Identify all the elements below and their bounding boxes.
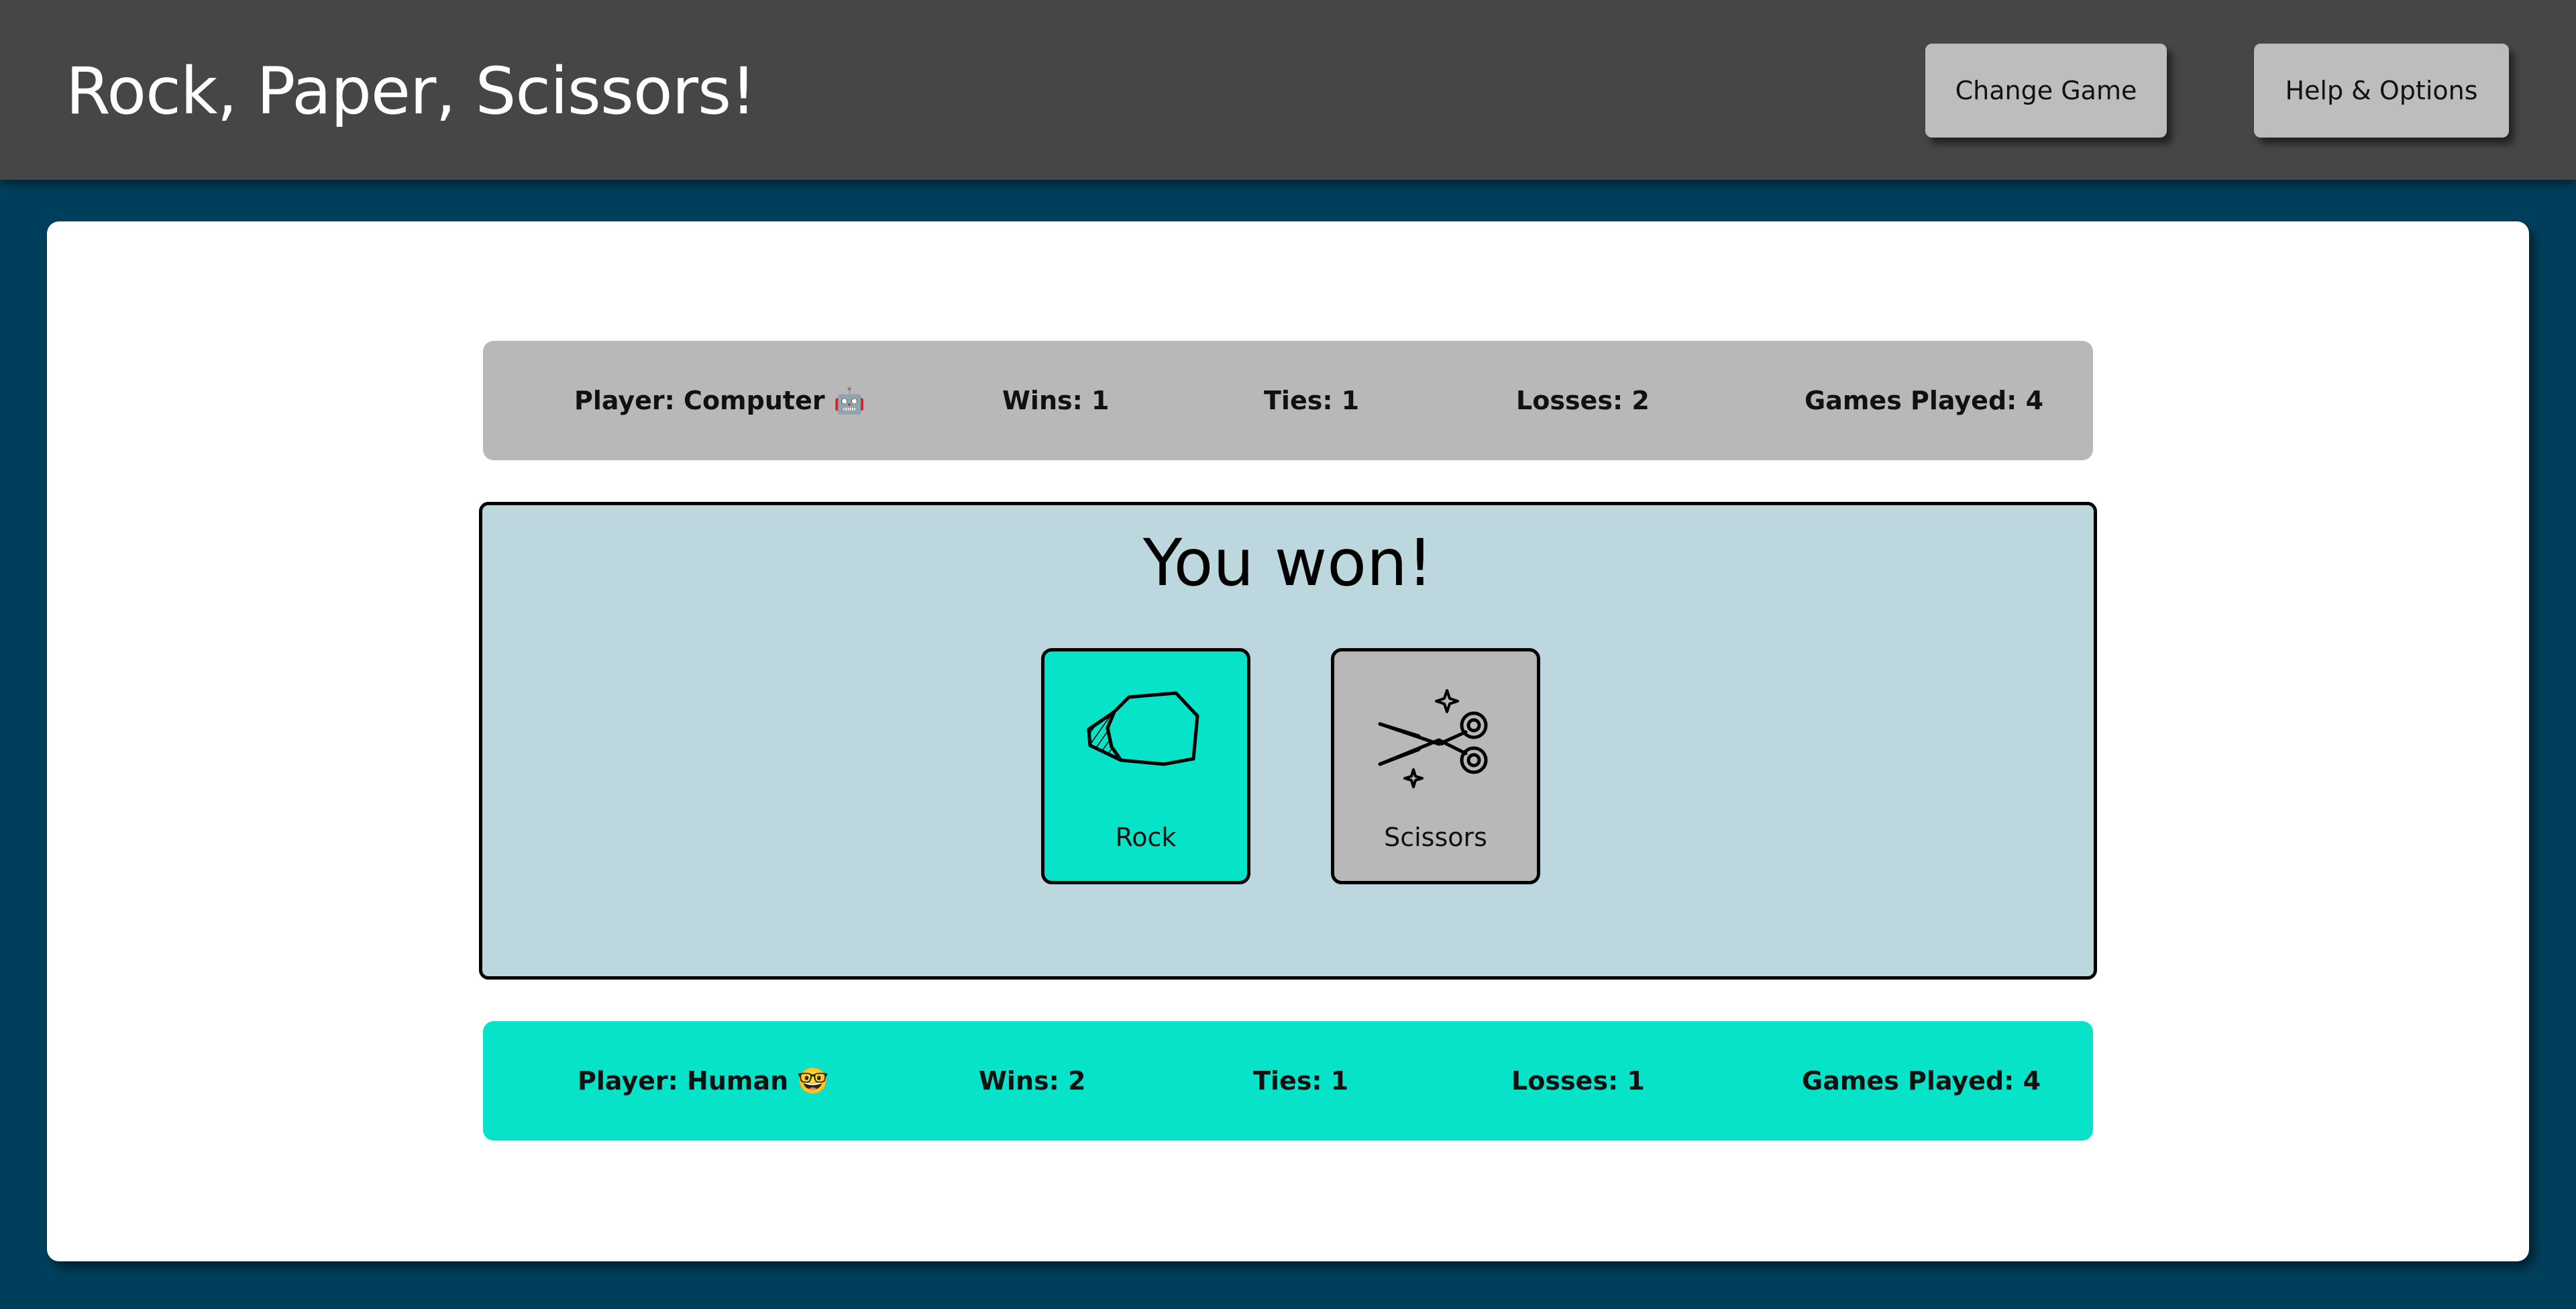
result-panel: You won! Rock Scissors bbox=[479, 502, 2097, 980]
computer-player-label: Player: Computer 🤖 bbox=[574, 385, 866, 415]
human-losses: Losses: 1 bbox=[1511, 1066, 1645, 1096]
human-stats-bar: Player: Human 🤓 Wins: 2 Ties: 1 Losses: … bbox=[483, 1021, 2093, 1141]
app-title: Rock, Paper, Scissors! bbox=[66, 54, 757, 129]
human-player-label: Player: Human 🤓 bbox=[578, 1065, 829, 1096]
scissors-label: Scissors bbox=[1384, 823, 1487, 852]
rock-icon bbox=[1087, 691, 1199, 766]
computer-games-played: Games Played: 4 bbox=[1805, 386, 2044, 415]
computer-choice-scissors: Scissors bbox=[1331, 648, 1540, 884]
human-wins: Wins: 2 bbox=[979, 1066, 1086, 1096]
computer-stats-bar: Player: Computer 🤖 Wins: 1 Ties: 1 Losse… bbox=[483, 341, 2093, 460]
rock-label: Rock bbox=[1115, 823, 1177, 852]
computer-losses: Losses: 2 bbox=[1516, 386, 1650, 415]
scissors-icon bbox=[1378, 689, 1488, 788]
computer-wins: Wins: 1 bbox=[1002, 386, 1110, 415]
result-message: You won! bbox=[1142, 525, 1434, 600]
human-games-played: Games Played: 4 bbox=[1802, 1066, 2041, 1096]
computer-ties: Ties: 1 bbox=[1264, 386, 1360, 415]
app-header: Rock, Paper, Scissors! Change Game Help … bbox=[0, 0, 2576, 180]
human-ties: Ties: 1 bbox=[1253, 1066, 1349, 1096]
change-game-button[interactable]: Change Game bbox=[1925, 44, 2167, 138]
human-choice-rock: Rock bbox=[1041, 648, 1250, 884]
help-options-button[interactable]: Help & Options bbox=[2254, 44, 2509, 138]
